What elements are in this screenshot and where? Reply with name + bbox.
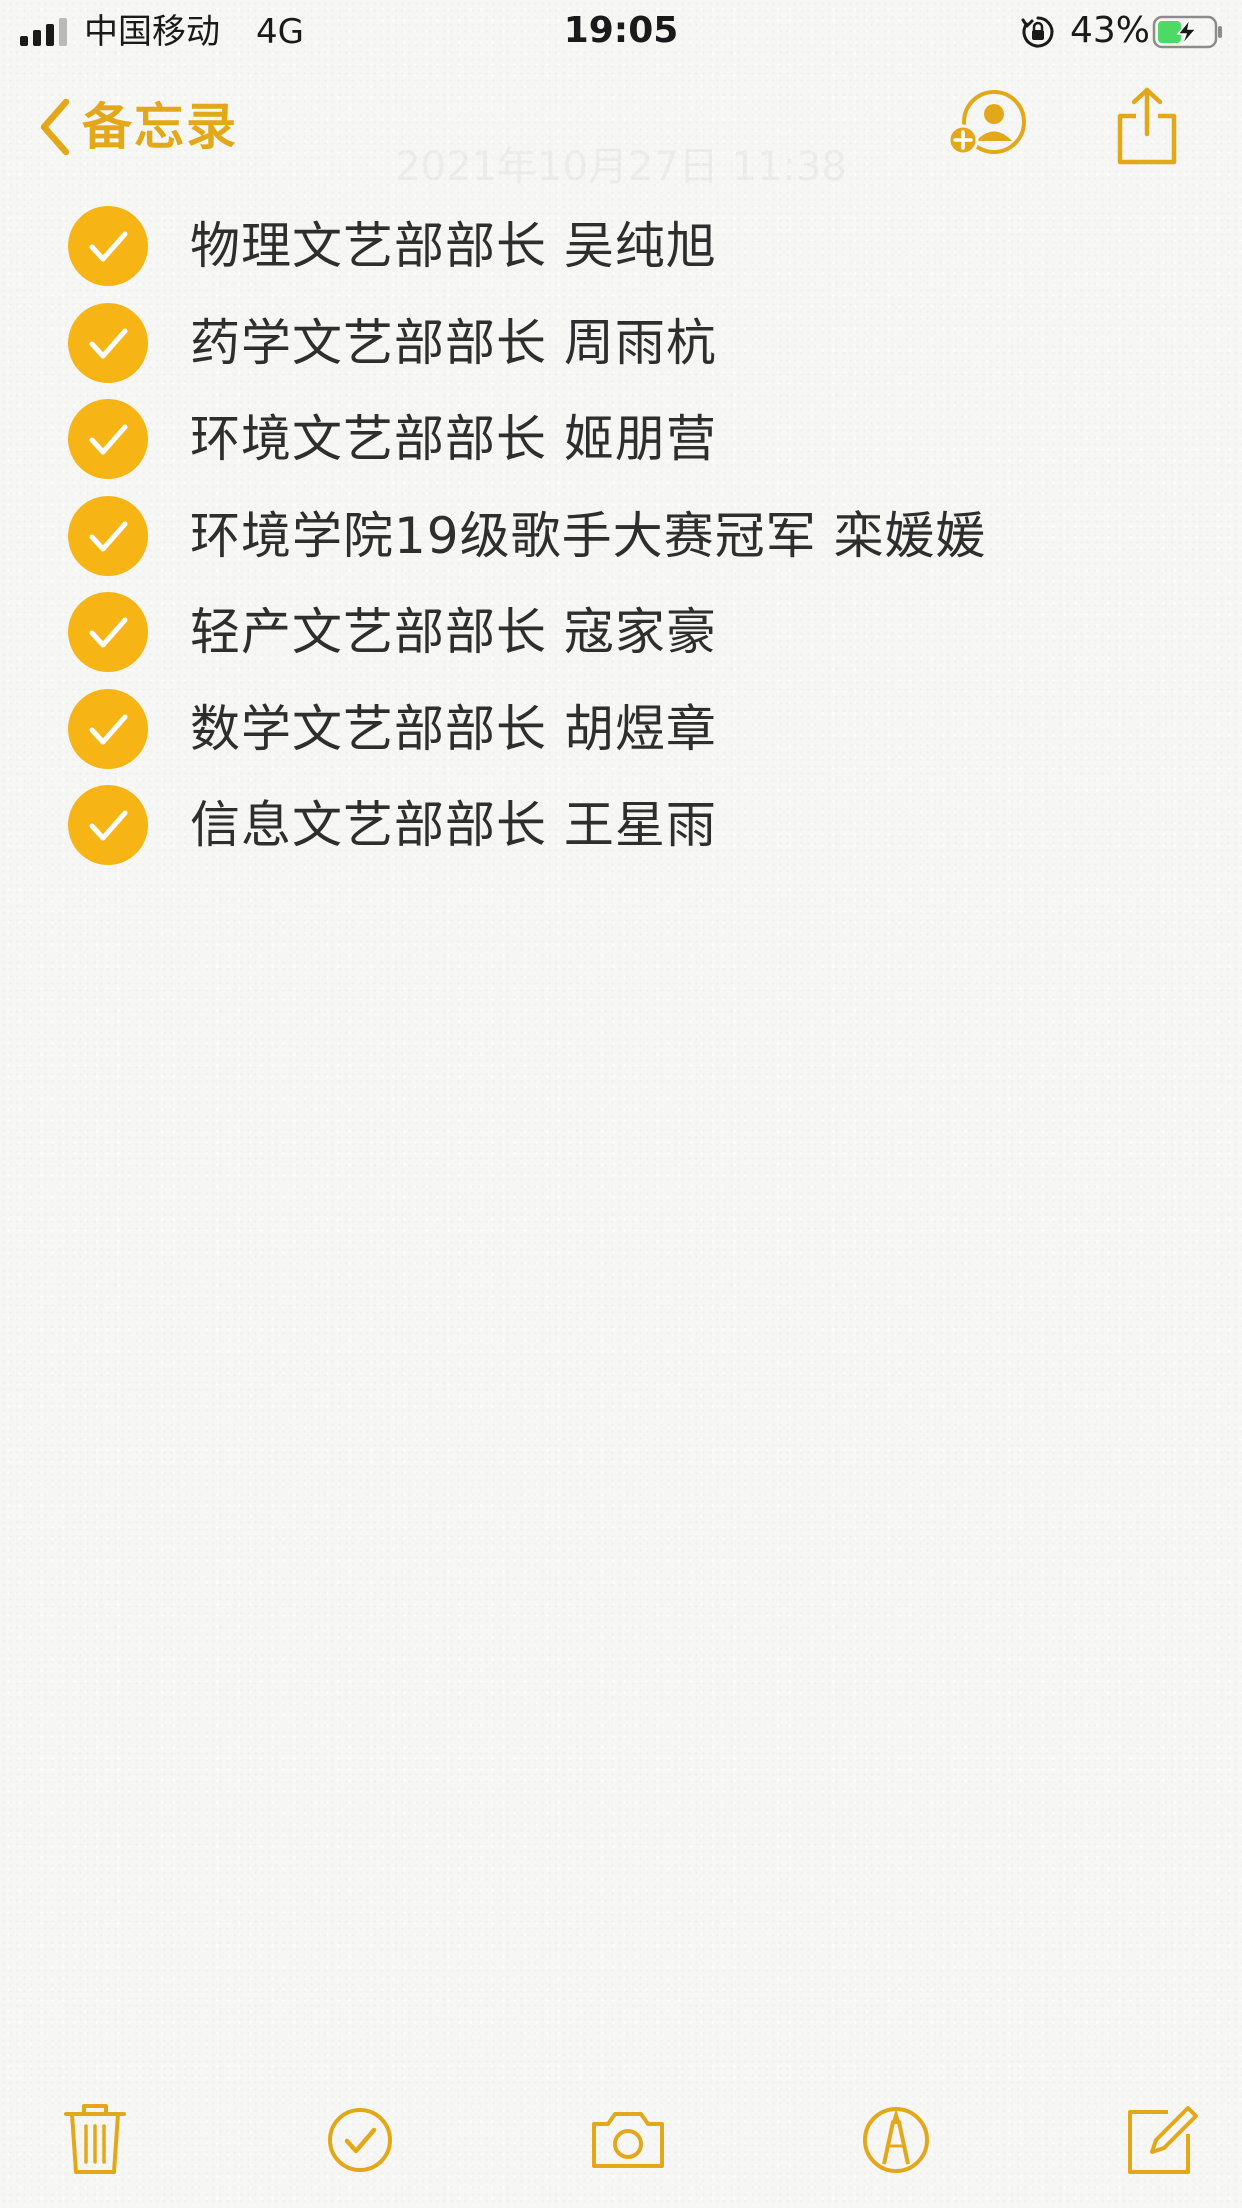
checkmark-icon [89, 328, 128, 358]
checkbox-checked[interactable] [68, 495, 148, 576]
checklist-item: 数学文艺部部长 胡煜章 [0, 681, 1242, 778]
camera-icon[interactable] [588, 2100, 668, 2180]
checkbox-checked[interactable] [68, 785, 148, 865]
note-date: 2021年10月27日 11:38 [0, 142, 1242, 192]
checklist-item-text[interactable]: 信息文艺部部长 王星雨 [190, 794, 717, 856]
checkmark-icon [89, 810, 128, 841]
checkmark-icon [89, 521, 128, 551]
share-icon[interactable] [1112, 86, 1182, 166]
checkbox-checked[interactable] [68, 399, 148, 479]
checklist-item-text[interactable]: 轻产文艺部部长 寇家豪 [190, 601, 717, 663]
checkmark-icon [89, 617, 128, 648]
checklist-item-text[interactable]: 数学文艺部部长 胡煜章 [190, 698, 717, 760]
battery-percent: 43% [1070, 10, 1151, 51]
checklist-item: 药学文艺部部长 周雨杭 [0, 295, 1242, 392]
checklist-icon[interactable] [320, 2100, 400, 2180]
checklist-item: 信息文艺部部长 王星雨 [0, 777, 1242, 874]
status-bar: 中国移动 4G 19:05 43% [0, 0, 1242, 62]
checklist: 物理文艺部部长 吴纯旭 药学文艺部部长 周雨杭 环境文艺部部长 姬朋营 环境学院… [0, 198, 1242, 874]
checkbox-checked[interactable] [68, 688, 148, 769]
markup-icon[interactable] [856, 2100, 936, 2180]
checklist-item: 物理文艺部部长 吴纯旭 [0, 198, 1242, 295]
compose-icon[interactable] [1122, 2100, 1202, 2180]
checkbox-checked[interactable] [68, 302, 148, 383]
orientation-lock-icon [1021, 16, 1054, 48]
checkbox-checked[interactable] [68, 592, 148, 672]
add-person-icon[interactable] [946, 86, 1030, 166]
checklist-item-text[interactable]: 药学文艺部部长 周雨杭 [190, 312, 717, 374]
trash-icon[interactable] [60, 2100, 140, 2180]
checkbox-checked[interactable] [68, 206, 148, 286]
checkmark-icon [89, 231, 128, 262]
checklist-item: 环境学院19级歌手大赛冠军 栾媛媛 [0, 488, 1242, 585]
checkmark-icon [89, 424, 128, 455]
checklist-item-text[interactable]: 环境文艺部部长 姬朋营 [190, 408, 717, 470]
checklist-item-text[interactable]: 物理文艺部部长 吴纯旭 [190, 215, 717, 277]
checklist-item: 环境文艺部部长 姬朋营 [0, 391, 1242, 488]
checklist-item: 轻产文艺部部长 寇家豪 [0, 584, 1242, 681]
battery-charging-icon [1152, 15, 1222, 49]
checklist-item-text[interactable]: 环境学院19级歌手大赛冠军 栾媛媛 [190, 505, 987, 567]
checkmark-icon [89, 714, 128, 744]
